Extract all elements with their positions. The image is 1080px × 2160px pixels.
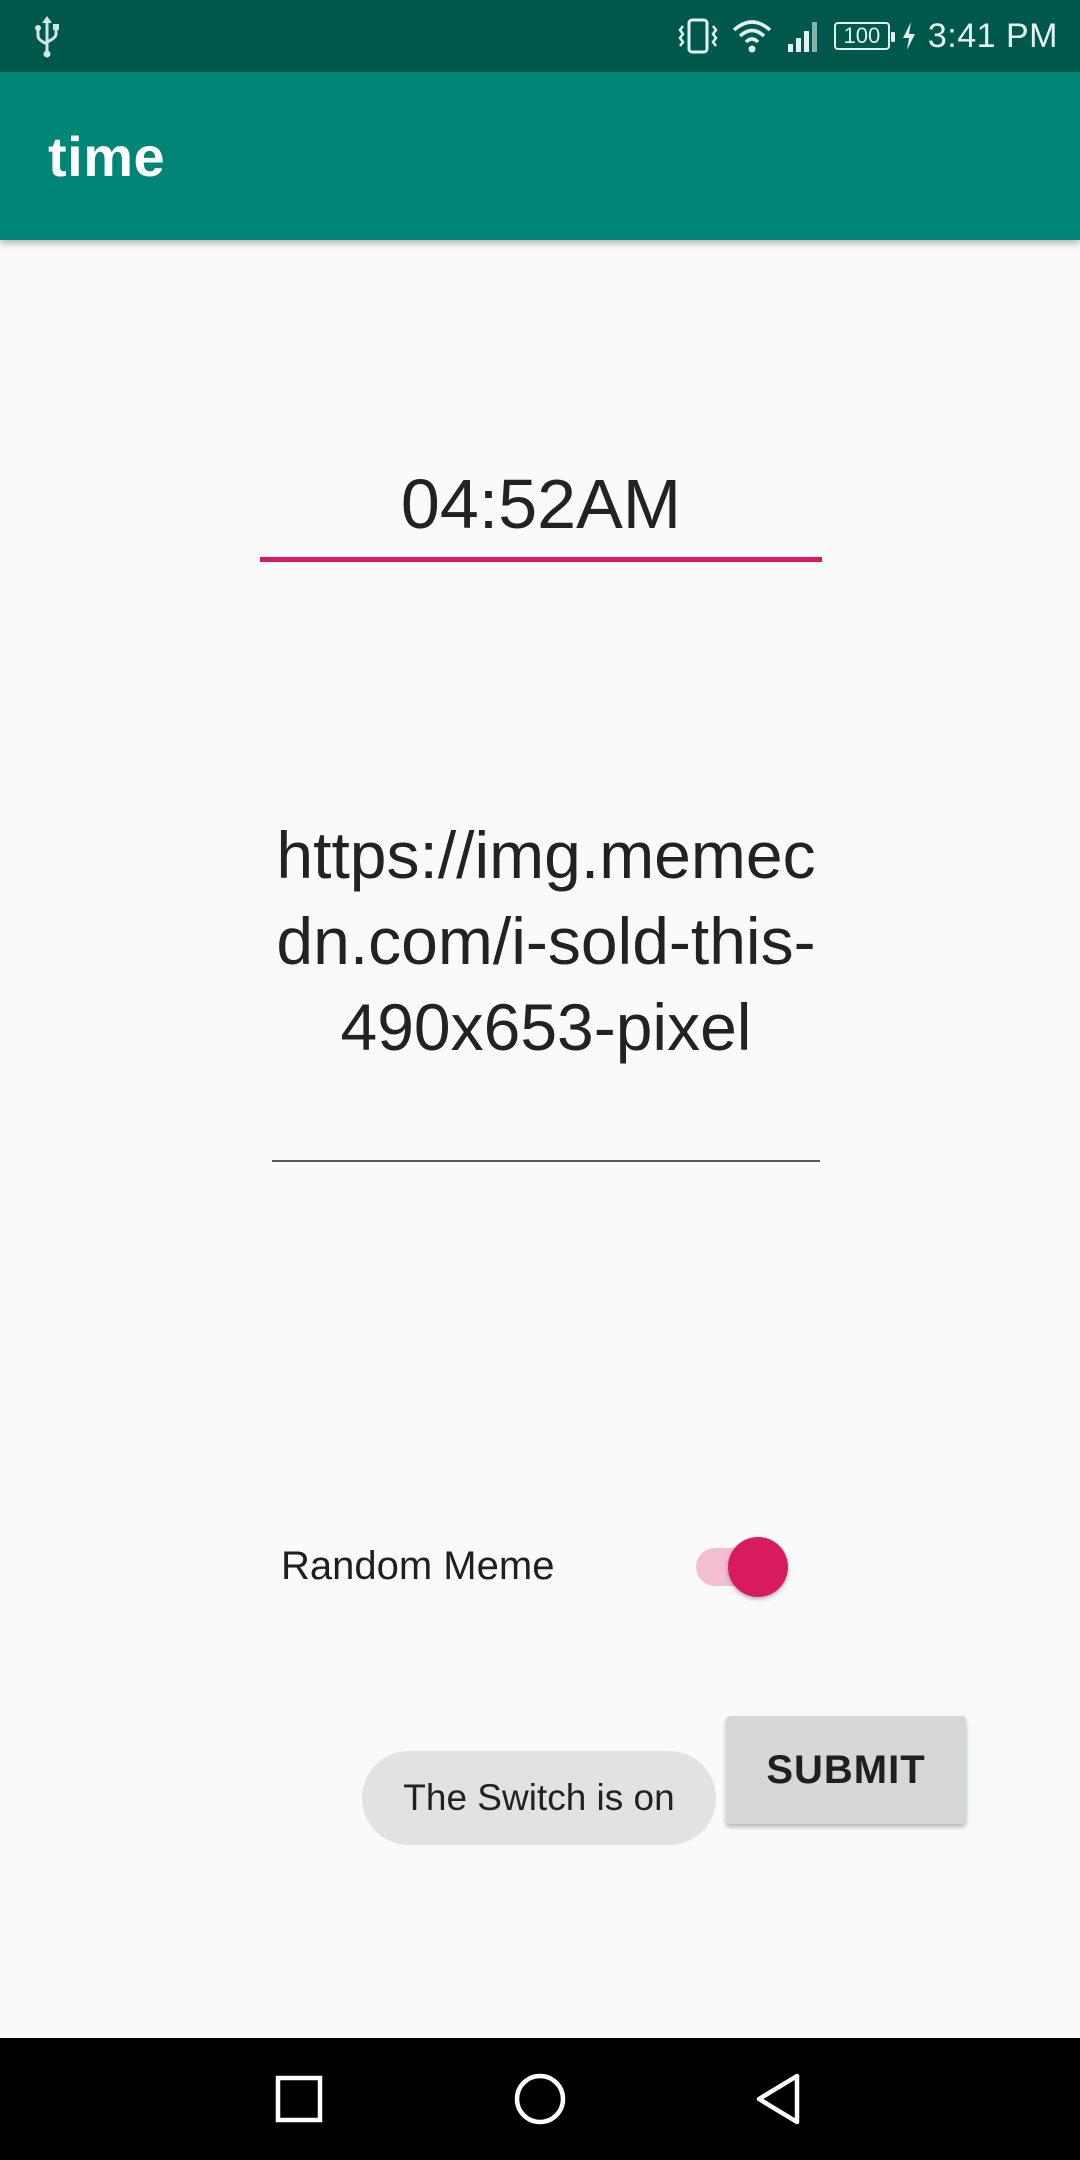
random-meme-switch[interactable]: [692, 1534, 792, 1598]
time-field-underline: [260, 557, 822, 562]
app-bar: time: [0, 72, 1080, 240]
url-value: https://img.memecdn.com/i-sold-this-490x…: [276, 818, 816, 1064]
random-meme-label: Random Meme: [281, 1544, 555, 1588]
recents-icon[interactable]: [264, 2064, 334, 2134]
time-field[interactable]: 04:52AM: [260, 448, 822, 562]
status-time: 3:41 PM: [927, 16, 1058, 55]
battery-level: 100: [843, 23, 881, 48]
usb-icon: [35, 16, 59, 58]
screen: 100 3:41 PM time 04:52AM https://img.mem…: [0, 0, 1080, 2160]
status-bar: 100 3:41 PM: [0, 0, 1080, 72]
vibrate-icon: [678, 18, 718, 54]
home-icon[interactable]: [505, 2064, 575, 2134]
url-field-underline: [272, 1160, 820, 1162]
battery-icon: 100: [833, 22, 895, 50]
wifi-icon: [732, 20, 772, 53]
status-icons: 100 3:41 PM: [676, 0, 1058, 72]
navigation-bar: [0, 2038, 1080, 2160]
toast-message: The Switch is on: [362, 1751, 716, 1845]
charging-icon: [902, 22, 915, 50]
app-title: time: [48, 125, 166, 188]
back-icon[interactable]: [745, 2064, 815, 2134]
url-field[interactable]: https://img.memecdn.com/i-sold-this-490x…: [272, 812, 820, 1162]
signal-icon: [787, 22, 817, 52]
toast-text: The Switch is on: [403, 1777, 675, 1818]
submit-button[interactable]: SUBMIT: [726, 1716, 966, 1824]
time-value: 04:52AM: [400, 465, 682, 543]
switch-thumb: [728, 1537, 788, 1597]
